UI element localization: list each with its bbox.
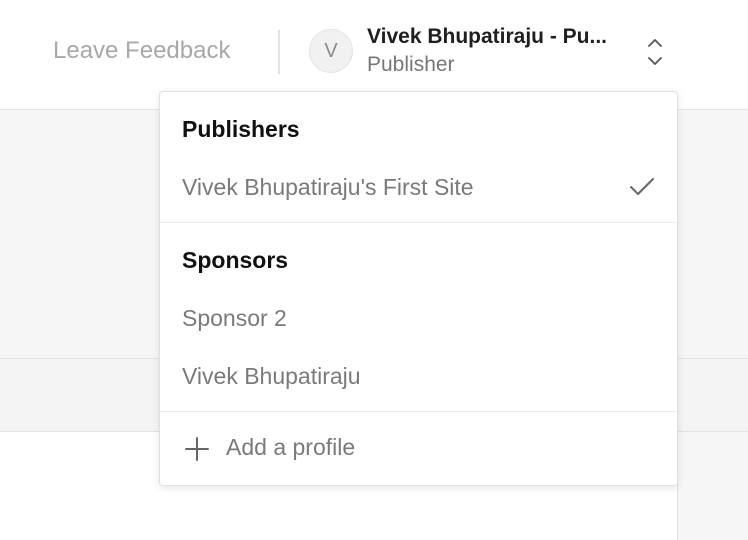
plus-icon: [185, 437, 209, 461]
chevron-up-down-icon[interactable]: [646, 37, 664, 67]
checkmark-icon: [630, 178, 654, 195]
sponsor-item[interactable]: Sponsor 2: [182, 305, 287, 332]
profile-name[interactable]: Vivek Bhupatiraju - Pu...: [367, 25, 607, 49]
header-divider: [278, 30, 280, 74]
add-profile-button[interactable]: Add a profile: [160, 424, 677, 472]
section-divider: [160, 411, 677, 412]
publisher-item[interactable]: Vivek Bhupatiraju's First Site: [182, 174, 474, 201]
profile-switcher-menu: Publishers Vivek Bhupatiraju's First Sit…: [159, 91, 678, 486]
sponsor-item[interactable]: Vivek Bhupatiraju: [182, 363, 361, 390]
avatar[interactable]: V: [309, 29, 353, 73]
add-profile-label: Add a profile: [226, 434, 356, 460]
profile-role[interactable]: Publisher: [367, 53, 455, 77]
sponsors-heading: Sponsors: [182, 247, 289, 273]
side-strip: [678, 432, 748, 540]
leave-feedback-link[interactable]: Leave Feedback: [53, 37, 230, 65]
publishers-heading: Publishers: [182, 116, 300, 142]
section-divider: [160, 222, 677, 223]
